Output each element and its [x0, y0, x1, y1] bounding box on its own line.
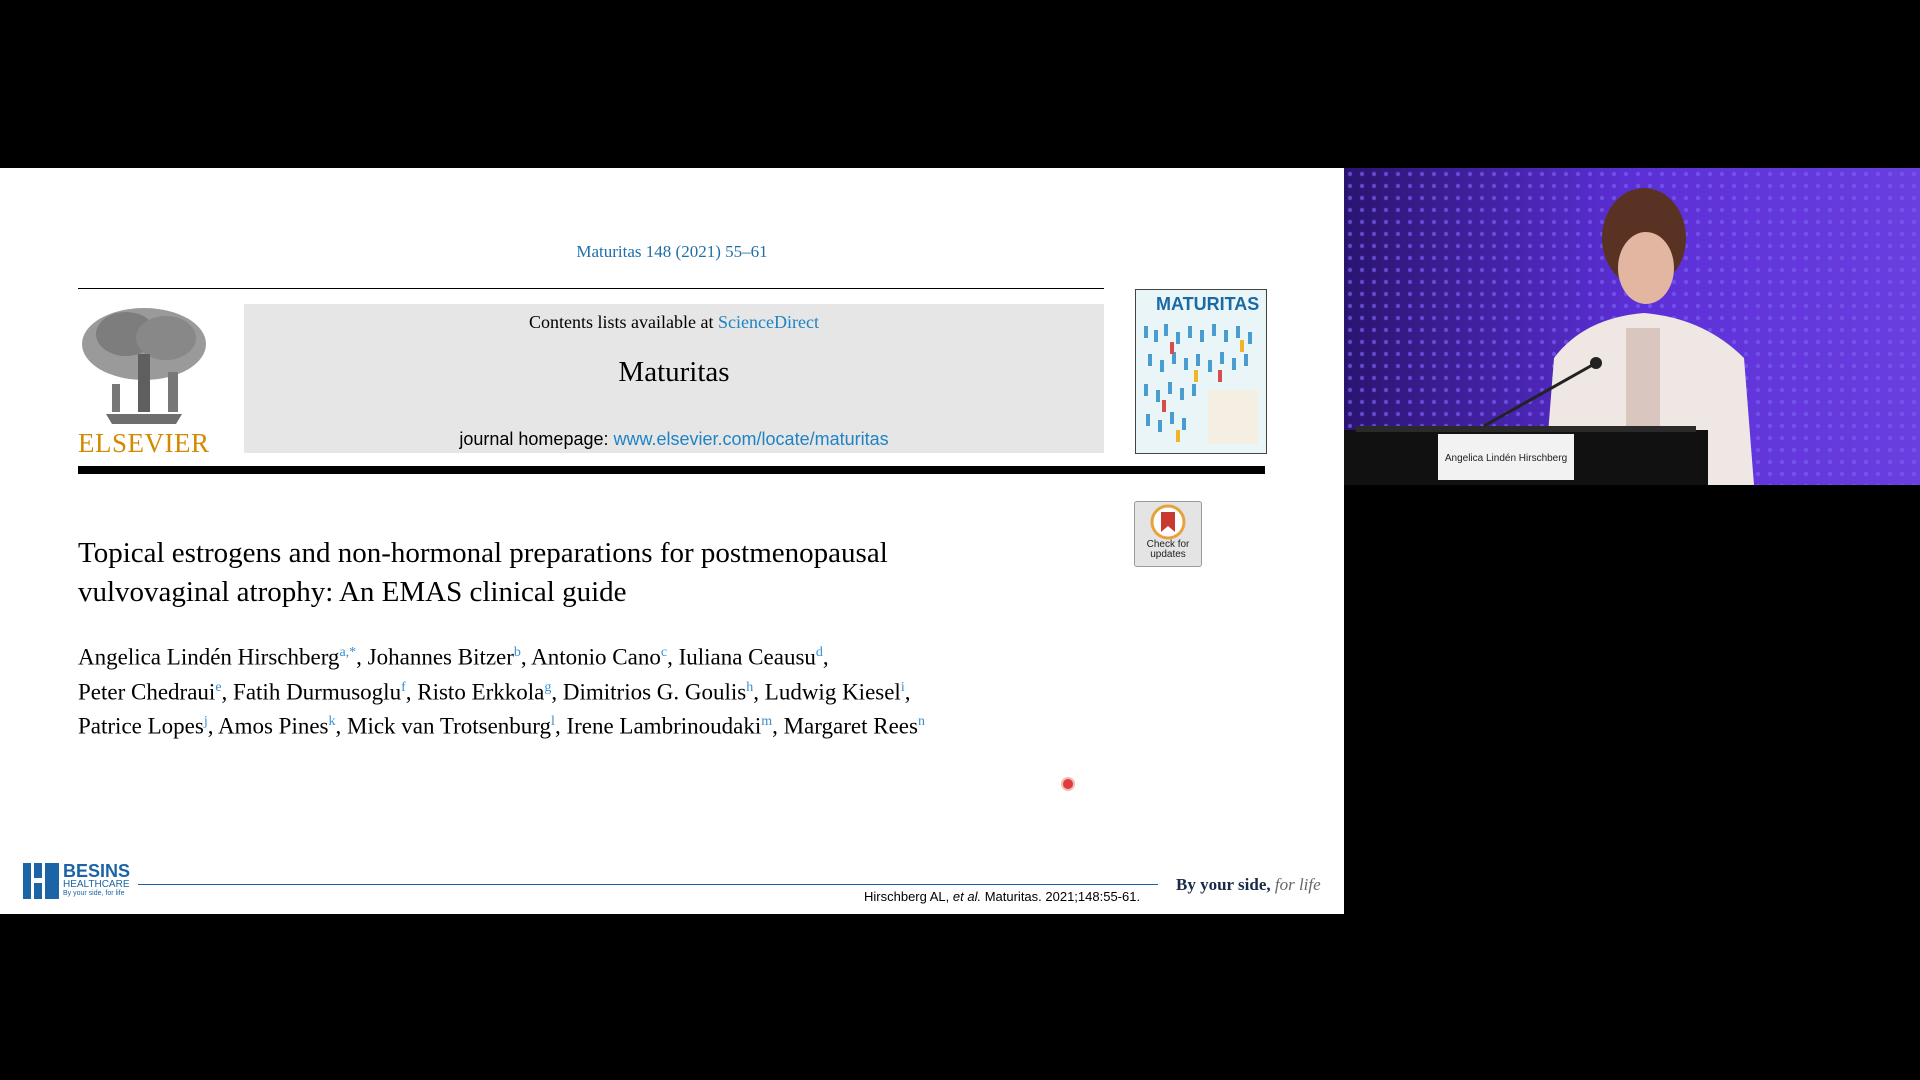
citation-authors: Hirschberg AL, — [864, 889, 950, 904]
check-updates-label: Check for updates — [1146, 539, 1190, 560]
footer-citation: Hirschberg AL, et al. Maturitas. 2021;14… — [864, 889, 1140, 904]
author-name: Fatih Durmusoglu — [233, 679, 402, 705]
author-affiliation[interactable]: f — [401, 680, 406, 695]
author-affiliation[interactable]: b — [514, 645, 521, 660]
author-name: Amos Pines — [217, 713, 329, 739]
author-affiliation[interactable]: d — [816, 645, 823, 660]
speaker-scene-image — [1344, 168, 1920, 485]
thick-divider — [78, 466, 1265, 474]
author-name: Angelica Lindén Hirschberg — [78, 644, 340, 670]
author-affiliation[interactable]: l — [551, 714, 555, 729]
footer-divider — [138, 884, 1158, 885]
author-affiliation[interactable]: k — [329, 714, 336, 729]
paper-title-line-2: vulvovaginal atrophy: An EMAS clinical g… — [78, 576, 627, 608]
elsevier-wordmark: ELSEVIER — [78, 428, 210, 458]
author-line-1: Angelica Lindén Hirschberga,*, Johannes … — [78, 644, 829, 670]
author-name: Antonio Cano — [531, 644, 661, 670]
author-name: Risto Erkkola — [417, 679, 545, 705]
speaker-video-feed: Angelica Lindén Hirschberg — [1344, 168, 1920, 485]
tagline-main: By your side, — [1176, 875, 1271, 894]
author-line-3: Patrice Lopesj, Amos Pinesk, Mick van Tr… — [78, 713, 925, 739]
nameplate-text: Angelica Lindén Hirschberg — [1444, 453, 1568, 464]
author-name: Johannes Bitzer — [367, 644, 514, 670]
author-affiliation[interactable]: c — [661, 645, 667, 660]
author-affiliation[interactable]: n — [918, 714, 925, 729]
citation-journal: Maturitas. 2021;148:55-61. — [984, 889, 1141, 904]
besins-mark-icon — [23, 863, 59, 899]
author-name: Patrice Lopes — [78, 713, 204, 739]
tagline-script: for life — [1274, 875, 1321, 894]
paper-title: Topical estrogens and non-hormonal prepa… — [78, 534, 1078, 612]
homepage-prefix: journal homepage: — [459, 429, 609, 449]
homepage-line: journal homepage: www.elsevier.com/locat… — [244, 429, 1104, 450]
elsevier-tree-logo-icon — [76, 304, 212, 426]
header-divider — [78, 288, 1104, 289]
paper-title-line-1: Topical estrogens and non-hormonal prepa… — [78, 537, 888, 569]
speaker-nameplate: Angelica Lindén Hirschberg — [1438, 434, 1574, 480]
author-affiliation[interactable]: a,* — [339, 645, 356, 660]
citation-etal: et al. — [952, 889, 982, 904]
journal-cover-image: MATURITAS — [1135, 289, 1267, 454]
presentation-slide: Maturitas 148 (2021) 55–61 ELSEVIER Cont… — [0, 168, 1344, 914]
author-line-2: Peter Chedrauie, Fatih Durmusogluf, Rist… — [78, 679, 911, 705]
author-affiliation[interactable]: i — [901, 680, 905, 695]
author-name: Irene Lambrinoudaki — [566, 713, 762, 739]
author-name: Dimitrios G. Goulis — [562, 679, 747, 705]
besins-subtitle: HEALTHCARE — [63, 879, 130, 890]
author-name: Ludwig Kiesel — [764, 679, 901, 705]
author-name: Iuliana Ceausu — [678, 644, 816, 670]
check-updates-icon — [1150, 504, 1186, 540]
contents-line: Contents lists available at ScienceDirec… — [244, 312, 1104, 333]
check-for-updates-button[interactable]: Check for updates — [1134, 501, 1202, 567]
cover-figures-icon — [1144, 324, 1258, 444]
author-affiliation[interactable]: j — [204, 714, 208, 729]
author-list: Angelica Lindén Hirschberga,*, Johannes … — [78, 638, 1138, 742]
author-name: Peter Chedraui — [78, 679, 216, 705]
author-affiliation[interactable]: m — [761, 714, 772, 729]
contents-prefix: Contents lists available at — [529, 312, 714, 332]
sciencedirect-link[interactable]: ScienceDirect — [718, 312, 819, 332]
author-affiliation[interactable]: g — [544, 680, 551, 695]
footer-tagline: By your side, for life — [1176, 875, 1321, 895]
author-affiliation[interactable]: h — [746, 680, 753, 695]
author-name: Mick van Trotsenburg — [347, 713, 552, 739]
homepage-link[interactable]: www.elsevier.com/locate/maturitas — [614, 429, 889, 449]
journal-reference: Maturitas 148 (2021) 55–61 — [576, 242, 768, 261]
laser-pointer-icon — [1063, 779, 1073, 789]
besins-tagline: By your side, for life — [63, 890, 125, 897]
author-affiliation[interactable]: e — [215, 680, 221, 695]
journal-header-box: Contents lists available at ScienceDirec… — [244, 304, 1104, 453]
author-name: Margaret Rees — [783, 713, 918, 739]
journal-name: Maturitas — [618, 356, 730, 388]
